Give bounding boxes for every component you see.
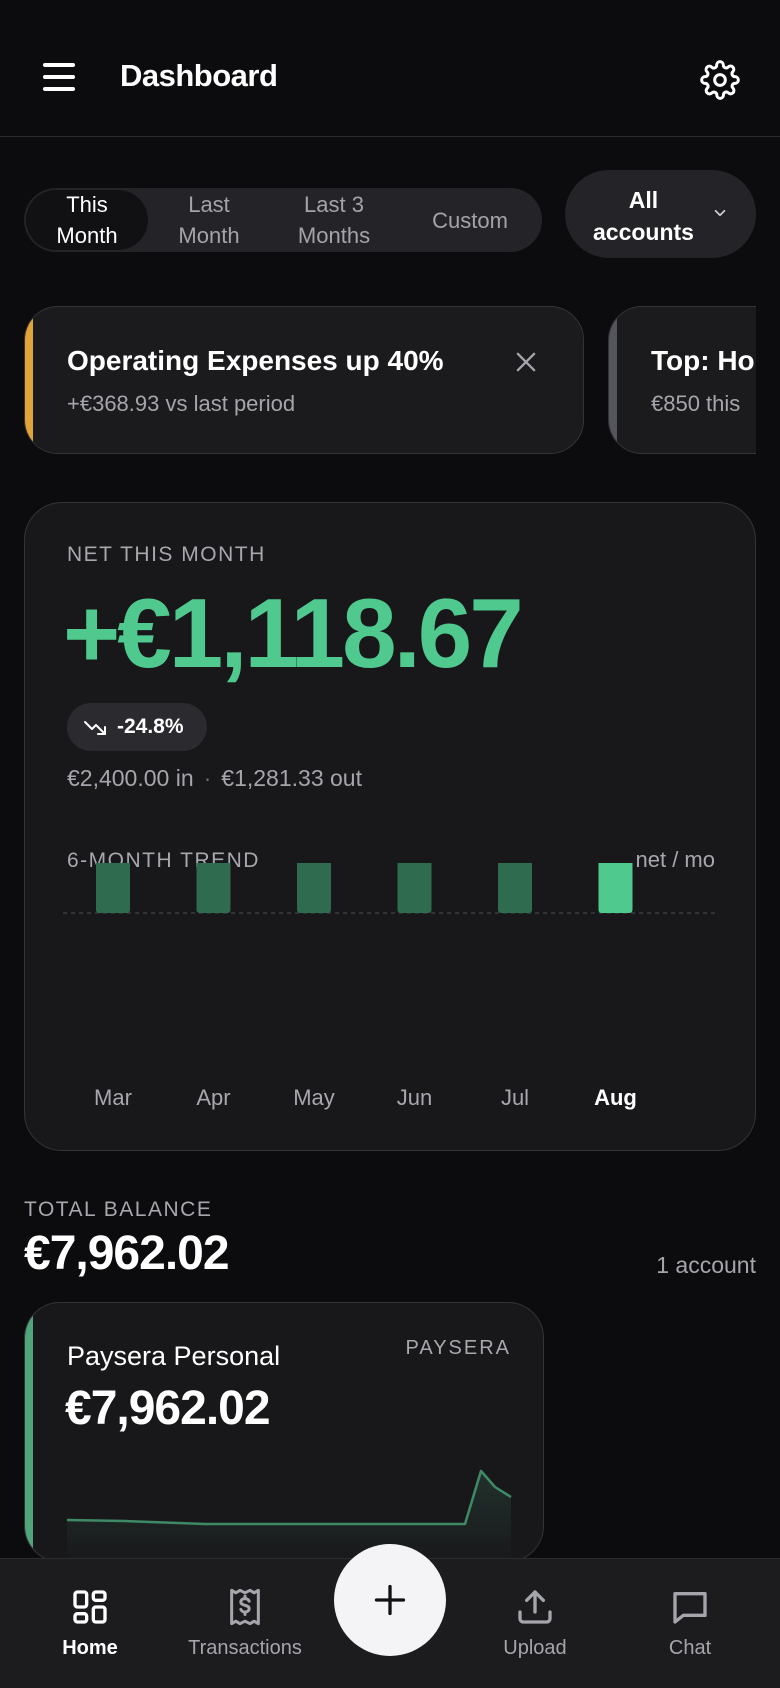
total-balance-amount: €7,962.02 (24, 1227, 230, 1280)
tab-custom[interactable]: Custom (410, 190, 530, 250)
nav-transactions-label: Transactions (188, 1637, 302, 1659)
account-filter-label: All accounts (593, 187, 694, 245)
nav-upload-label: Upload (503, 1637, 567, 1659)
account-count: 1 account (656, 1252, 756, 1278)
trend-bar-aug (598, 863, 633, 913)
period-selector: This Month Last Month Last 3 Months Cust… (24, 188, 542, 252)
chat-icon (673, 1592, 707, 1624)
insight-card[interactable]: Top: Hou €850 this (608, 306, 756, 454)
account-card[interactable]: Paysera Personal PAYSERA €7,962.02 (24, 1302, 544, 1562)
page-title: Dashboard (120, 58, 278, 93)
nav-home[interactable]: Home (40, 1559, 140, 1688)
insight-subtitle: +€368.93 vs last period (67, 391, 296, 416)
home-grid-icon (73, 1590, 107, 1624)
month-label-may: May (293, 1085, 335, 1110)
separator-dot: · (203, 765, 212, 791)
nav-home-label: Home (62, 1637, 118, 1659)
nav-transactions[interactable]: Transactions (180, 1559, 310, 1688)
insight-title: Operating Expenses up 40% (67, 345, 444, 376)
account-bank: PAYSERA (405, 1337, 511, 1359)
month-label-apr: Apr (196, 1085, 231, 1110)
change-badge: -24.8% (67, 703, 207, 751)
insight-accent-bar (25, 307, 33, 453)
trend-down-icon (84, 721, 106, 735)
trend-bar-jun (397, 863, 432, 913)
trend-bar-jul (498, 863, 532, 913)
gear-icon[interactable] (700, 60, 740, 100)
month-label-aug: Aug (594, 1085, 637, 1110)
month-label-mar: Mar (94, 1085, 132, 1110)
insight-accent-bar (609, 307, 617, 453)
nav-upload[interactable]: Upload (490, 1559, 580, 1688)
plus-icon (374, 1584, 406, 1616)
month-label-jul: Jul (500, 1085, 530, 1110)
top-bar: Dashboard (0, 0, 780, 137)
tab-last-month[interactable]: Last Month (154, 190, 264, 250)
insight-title: Top: Hou (651, 345, 756, 376)
receipt-icon (230, 1588, 260, 1626)
money-in: €2,400.00 in (67, 765, 194, 791)
insight-card[interactable]: Operating Expenses up 40% +€368.93 vs la… (24, 306, 584, 454)
tab-this-month[interactable]: This Month (26, 190, 148, 250)
account-balance: €7,962.02 (65, 1382, 271, 1435)
menu-icon[interactable] (43, 63, 75, 91)
net-amount: +€1,118.67 (63, 578, 524, 688)
chevron-down-icon (714, 209, 726, 217)
in-out-summary: €2,400.00 in · €1,281.33 out (67, 765, 362, 792)
trend-bar-chart (63, 863, 719, 914)
trend-bar-apr (196, 863, 231, 913)
add-button[interactable] (334, 1544, 446, 1656)
month-label-jun: Jun (396, 1085, 433, 1110)
close-icon[interactable] (512, 348, 540, 376)
balance-sparkline (66, 1469, 512, 1561)
net-summary-card: NET THIS MONTH +€1,118.67 -24.8% €2,400.… (24, 502, 756, 1151)
account-name: Paysera Personal (67, 1341, 281, 1371)
insight-subtitle: €850 this (651, 391, 741, 416)
net-label: NET THIS MONTH (67, 543, 266, 566)
total-balance-label: TOTAL BALANCE (24, 1198, 213, 1221)
app: Dashboard This Month Last Month Last 3 M… (0, 0, 780, 1688)
change-percent: -24.8% (117, 715, 184, 738)
nav-chat-label: Chat (668, 1637, 712, 1659)
trend-bar-may (297, 863, 331, 913)
upload-icon (518, 1590, 552, 1624)
trend-bar-mar (96, 863, 130, 913)
nav-chat[interactable]: Chat (650, 1559, 730, 1688)
money-out: €1,281.33 out (221, 765, 362, 791)
tab-last-3-months[interactable]: Last 3 Months (270, 190, 398, 250)
